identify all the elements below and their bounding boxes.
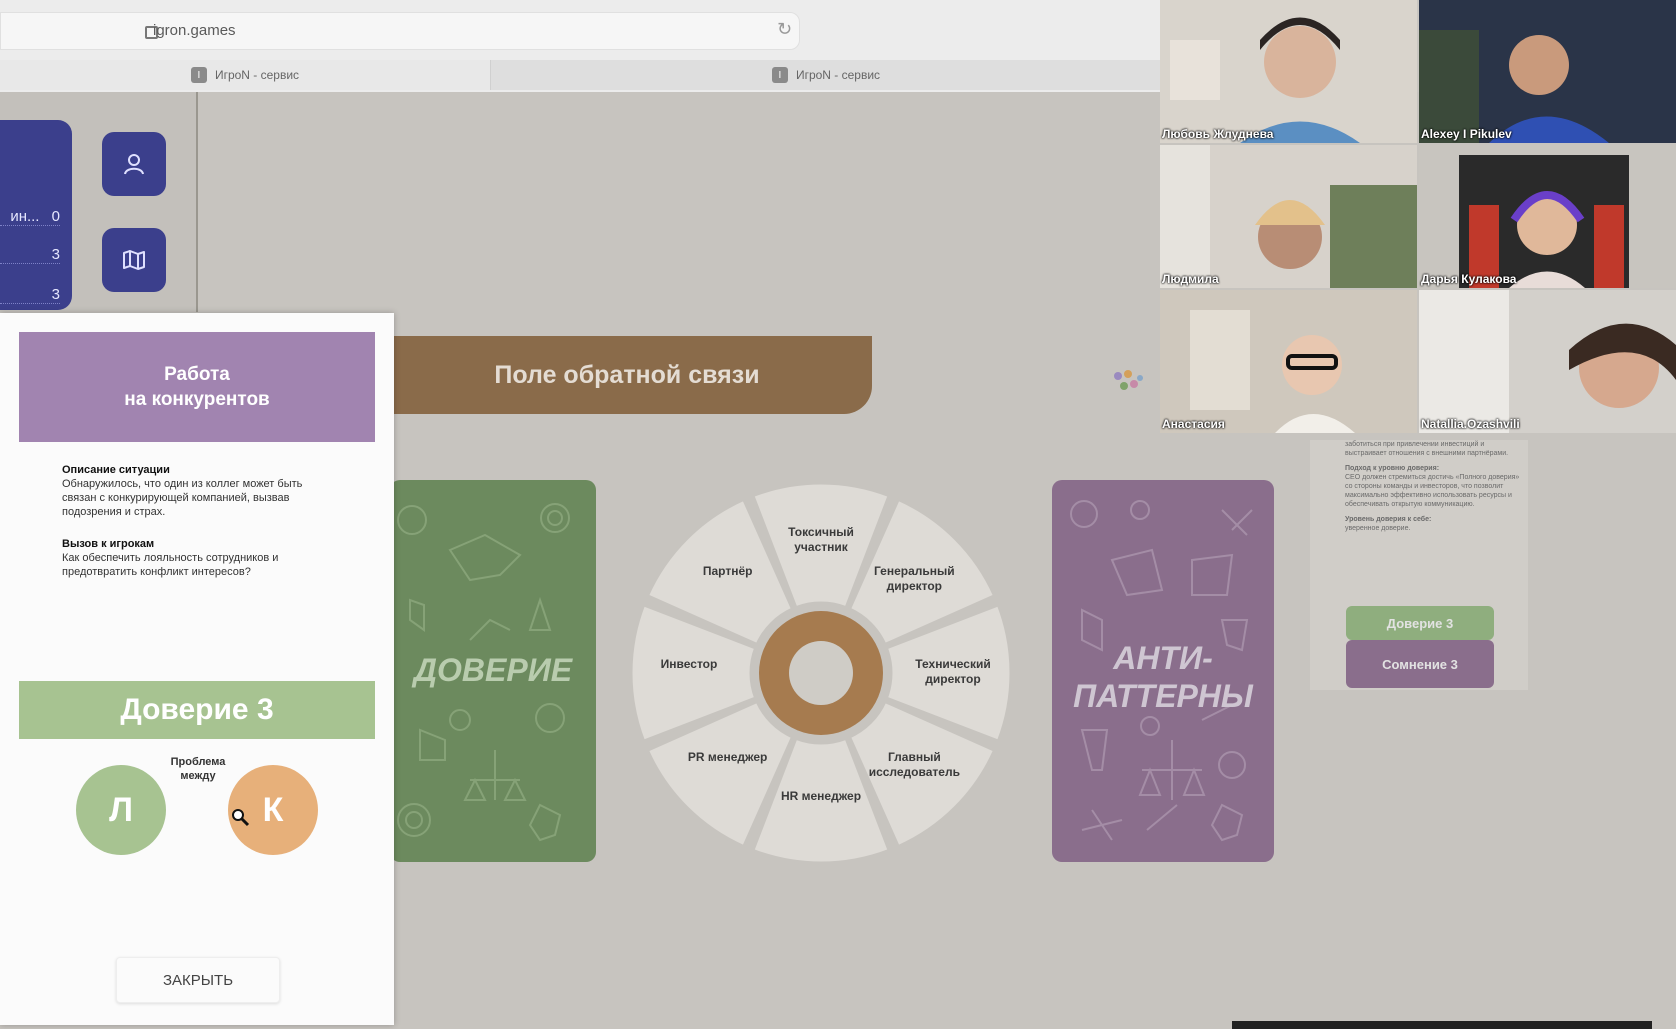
- situation-title-line: Работа: [164, 364, 230, 385]
- participant-video: [1419, 145, 1676, 288]
- role-doc-heading: Уровень доверия к себе:: [1345, 516, 1432, 523]
- video-tile[interactable]: Дарья Кулакова: [1419, 145, 1676, 288]
- wheel-role-label: Главный исследователь: [868, 750, 960, 780]
- role-doc-text: заботиться при привлечении инвестиций и …: [1345, 440, 1520, 533]
- challenge-heading: Вызов к игрокам: [62, 538, 155, 550]
- tab-1[interactable]: I ИгроN - сервис: [0, 60, 490, 90]
- situation-popup: Работа на конкурентов Описание ситуации …: [0, 313, 394, 1025]
- logo-icon: [1114, 370, 1143, 390]
- video-tile[interactable]: Natallia.Ozashvili: [1419, 290, 1676, 433]
- favicon-icon: I: [190, 67, 207, 83]
- participant-video: [1419, 290, 1676, 433]
- trust-card-title: ДОВЕРИЕ: [413, 652, 573, 688]
- participant-video: [1160, 290, 1417, 433]
- favicon-icon: I: [771, 67, 788, 83]
- problem-label-line: Проблема: [170, 756, 226, 768]
- situation-text: Обнаружилось, что один из коллег может б…: [62, 478, 303, 518]
- antipatterns-card[interactable]: АНТИ- ПАТТЕРНЫ: [1052, 480, 1274, 862]
- score-value: 0: [51, 208, 60, 225]
- bottom-bar: [1232, 1021, 1652, 1029]
- trust-card[interactable]: ДОВЕРИЕ: [390, 480, 596, 862]
- participant-video: [1160, 145, 1417, 288]
- map-button[interactable]: [102, 228, 166, 292]
- video-tile[interactable]: Людмила: [1160, 145, 1417, 288]
- challenge-text: Как обеспечить лояльность сотрудников и …: [62, 552, 279, 578]
- role-doc-paragraph: уверенное доверие.: [1345, 525, 1411, 532]
- wheel-role-label: Технический директор: [915, 657, 991, 686]
- score-panel: ин... 0 3 3: [0, 120, 72, 310]
- player-avatar-l[interactable]: Л: [76, 765, 166, 855]
- score-label: ин...: [10, 208, 40, 225]
- problem-label-line: между: [180, 770, 216, 782]
- wheel-role-label: HR менеджер: [780, 789, 862, 803]
- participant-video: [1419, 0, 1676, 143]
- participant-name: Любовь Жлуднева: [1162, 127, 1274, 141]
- situation-title-line: на конкурентов: [124, 389, 270, 410]
- zoom-cursor-icon: [232, 809, 250, 827]
- score-row: 3: [0, 246, 60, 264]
- wheel-role-label: Инвестор: [660, 657, 718, 671]
- participant-name: Alexey I Pikulev: [1421, 127, 1512, 141]
- situation-title: Работа на конкурентов: [19, 332, 375, 442]
- tab-label: ИгроN - сервис: [795, 68, 881, 82]
- role-doc-paragraph: заботиться при привлечении инвестиций и …: [1345, 441, 1509, 457]
- wheel-role-label: Токсичный участник: [788, 525, 854, 554]
- reload-icon[interactable]: ↻: [777, 19, 792, 40]
- tab-2[interactable]: I ИгроN - сервис: [490, 60, 1161, 90]
- player-challenge: Вызов к игрокам Как обеспечить лояльност…: [62, 537, 332, 579]
- wheel-role-label: Генеральный директор: [873, 563, 955, 593]
- video-tile[interactable]: Анастасия: [1160, 290, 1417, 433]
- participant-name: Анастасия: [1162, 417, 1225, 431]
- participant-name: Natallia.Ozashvili: [1421, 417, 1520, 431]
- participant-video: [1160, 0, 1417, 143]
- score-value: 3: [51, 286, 60, 303]
- browser-chrome: igron.games ↻ I ИгроN - сервис I ИгроN -…: [0, 0, 1161, 93]
- board-title-text: Поле обратной связи: [494, 360, 760, 389]
- score-value: 3: [51, 246, 60, 263]
- wheel-role-label: Партнёр: [702, 563, 753, 578]
- role-doc-paragraph: CEO должен стремиться достичь «Полного д…: [1345, 474, 1520, 508]
- antipatterns-title-line1: АНТИ-: [1113, 640, 1213, 676]
- doubt-level-button[interactable]: Сомнение 3: [1346, 640, 1494, 688]
- role-doc-heading: Подход к уровню доверия:: [1345, 465, 1440, 472]
- situation-heading: Описание ситуации: [62, 464, 170, 476]
- board-title: Поле обратной связи: [382, 336, 872, 414]
- video-tile[interactable]: Alexey I Pikulev: [1419, 0, 1676, 143]
- participant-name: Людмила: [1162, 272, 1219, 286]
- wheel-role-label: PR менеджер: [687, 750, 768, 765]
- trust-level-button[interactable]: Доверие 3: [1346, 606, 1494, 640]
- antipatterns-title-line2: ПАТТЕРНЫ: [1073, 678, 1253, 714]
- problem-between-label: Проблема между: [156, 755, 240, 783]
- score-row: 3: [0, 286, 60, 304]
- address-bar[interactable]: igron.games ↻: [0, 12, 800, 50]
- trust-level-label: Доверие 3: [19, 681, 375, 739]
- video-tile[interactable]: Любовь Жлуднева: [1160, 0, 1417, 143]
- participant-name: Дарья Кулакова: [1421, 272, 1517, 286]
- score-row: ин... 0: [0, 208, 60, 226]
- profile-button[interactable]: [102, 132, 166, 196]
- url-text: igron.games: [153, 22, 236, 39]
- user-icon: [124, 154, 144, 175]
- situation-description: Описание ситуации Обнаружилось, что один…: [62, 463, 332, 519]
- tab-label: ИгроN - сервис: [214, 68, 300, 82]
- map-icon: [123, 250, 145, 270]
- close-button[interactable]: ЗАКРЫТЬ: [116, 957, 280, 1003]
